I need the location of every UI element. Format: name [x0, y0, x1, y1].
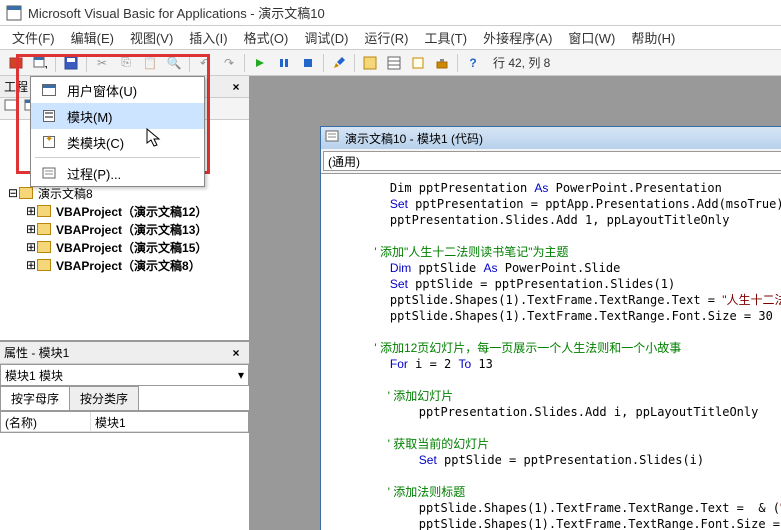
module-icon — [325, 130, 341, 146]
menu-edit[interactable]: 编辑(E) — [63, 26, 122, 49]
menu-bar: 文件(F) 编辑(E) 视图(V) 插入(I) 格式(O) 调试(D) 运行(R… — [0, 26, 781, 50]
project-icon — [36, 204, 52, 218]
properties-grid[interactable]: (名称) 模块1 — [0, 411, 249, 433]
view-ppt-button[interactable] — [5, 52, 27, 74]
toolbox-button[interactable] — [431, 52, 453, 74]
menu-insert[interactable]: 插入(I) — [181, 26, 235, 49]
properties-button[interactable] — [383, 52, 405, 74]
title-bar: Microsoft Visual Basic for Applications … — [0, 0, 781, 26]
folder-icon — [18, 186, 34, 200]
cut-button[interactable]: ✂ — [91, 52, 113, 74]
run-button[interactable] — [249, 52, 271, 74]
close-icon[interactable]: × — [227, 78, 245, 96]
project-icon — [36, 240, 52, 254]
tab-alphabetic[interactable]: 按字母序 — [0, 386, 70, 410]
form-icon — [39, 81, 59, 99]
break-button[interactable] — [273, 52, 295, 74]
property-value[interactable]: 模块1 — [91, 412, 248, 431]
find-button[interactable]: 🔍 — [163, 52, 185, 74]
properties-object-combo[interactable]: 模块1 模块 ▾ — [0, 364, 249, 386]
project-explorer-button[interactable] — [359, 52, 381, 74]
tree-item[interactable]: ⊞ VBAProject（演示文稿13） — [22, 220, 245, 238]
code-combos: (通用) ▾ ▾ — [321, 149, 781, 174]
properties-header: 属性 - 模块1 × — [0, 342, 249, 364]
toolbar: ✂ ⎘ 📋 🔍 ↶ ↷ ? 行 42, 列 8 — [0, 50, 781, 76]
menu-window[interactable]: 窗口(W) — [560, 26, 623, 49]
dropdown-label: 模块(M) — [67, 107, 113, 126]
class-module-icon — [39, 133, 59, 151]
insert-dropdown-button[interactable] — [29, 52, 51, 74]
code-window-titlebar[interactable]: 演示文稿10 - 模块1 (代码) — [321, 127, 781, 149]
redo-button[interactable]: ↷ — [218, 52, 240, 74]
help-button[interactable]: ? — [462, 52, 484, 74]
dropdown-item-class-module[interactable]: 类模块(C) — [31, 129, 204, 155]
dropdown-separator — [35, 157, 200, 158]
code-editor[interactable]: Dim pptPresentation As PowerPoint.Presen… — [321, 174, 781, 530]
menu-format[interactable]: 格式(O) — [236, 26, 297, 49]
reset-button[interactable] — [297, 52, 319, 74]
close-icon[interactable]: × — [227, 344, 245, 362]
menu-view[interactable]: 视图(V) — [122, 26, 181, 49]
tree-item[interactable]: ⊞ VBAProject（演示文稿15） — [22, 238, 245, 256]
paste-button[interactable]: 📋 — [139, 52, 161, 74]
menu-addins[interactable]: 外接程序(A) — [475, 26, 560, 49]
project-icon — [36, 222, 52, 236]
window-title: Microsoft Visual Basic for Applications … — [28, 3, 325, 22]
properties-pane: 属性 - 模块1 × 模块1 模块 ▾ 按字母序 按分类序 (名称) 模块1 — [0, 342, 249, 530]
pane-title: 工程 — [4, 78, 28, 95]
view-code-button[interactable] — [4, 99, 24, 119]
tree-item[interactable]: ⊞ VBAProject（演示文稿8） — [22, 256, 245, 274]
mdi-area: 演示文稿10 - 模块1 (代码) (通用) ▾ ▾ Dim pptPresen… — [250, 76, 781, 530]
dropdown-item-userform[interactable]: 用户窗体(U) — [31, 77, 204, 103]
cursor-position: 行 42, 列 8 — [493, 54, 550, 71]
module-icon — [39, 107, 59, 125]
menu-help[interactable]: 帮助(H) — [623, 26, 683, 49]
save-button[interactable] — [60, 52, 82, 74]
menu-tools[interactable]: 工具(T) — [416, 26, 475, 49]
object-browser-button[interactable] — [407, 52, 429, 74]
project-icon — [36, 258, 52, 272]
insert-dropdown-menu: 用户窗体(U) 模块(M) 类模块(C) 过程(P)... — [30, 76, 205, 187]
properties-tabs: 按字母序 按分类序 — [0, 386, 249, 411]
undo-button[interactable]: ↶ — [194, 52, 216, 74]
object-combo[interactable]: (通用) ▾ — [323, 151, 781, 171]
dropdown-label: 过程(P)... — [67, 164, 121, 183]
tab-categorized[interactable]: 按分类序 — [69, 386, 139, 410]
dropdown-item-module[interactable]: 模块(M) — [31, 103, 204, 129]
chevron-down-icon: ▾ — [238, 368, 244, 382]
menu-run[interactable]: 运行(R) — [356, 26, 416, 49]
menu-file[interactable]: 文件(F) — [4, 26, 63, 49]
property-row[interactable]: (名称) 模块1 — [1, 412, 248, 432]
dropdown-label: 用户窗体(U) — [67, 81, 137, 100]
dropdown-label: 类模块(C) — [67, 133, 124, 152]
design-mode-button[interactable] — [328, 52, 350, 74]
app-icon — [6, 5, 22, 21]
menu-debug[interactable]: 调试(D) — [296, 26, 356, 49]
copy-button[interactable]: ⎘ — [115, 52, 137, 74]
procedure-icon — [39, 164, 59, 182]
code-window-title: 演示文稿10 - 模块1 (代码) — [345, 130, 483, 147]
code-window: 演示文稿10 - 模块1 (代码) (通用) ▾ ▾ Dim pptPresen… — [320, 126, 781, 530]
tree-item[interactable]: ⊞ VBAProject（演示文稿12） — [22, 202, 245, 220]
dropdown-item-procedure[interactable]: 过程(P)... — [31, 160, 204, 186]
property-name: (名称) — [1, 412, 91, 431]
pane-title: 属性 - 模块1 — [4, 344, 69, 361]
